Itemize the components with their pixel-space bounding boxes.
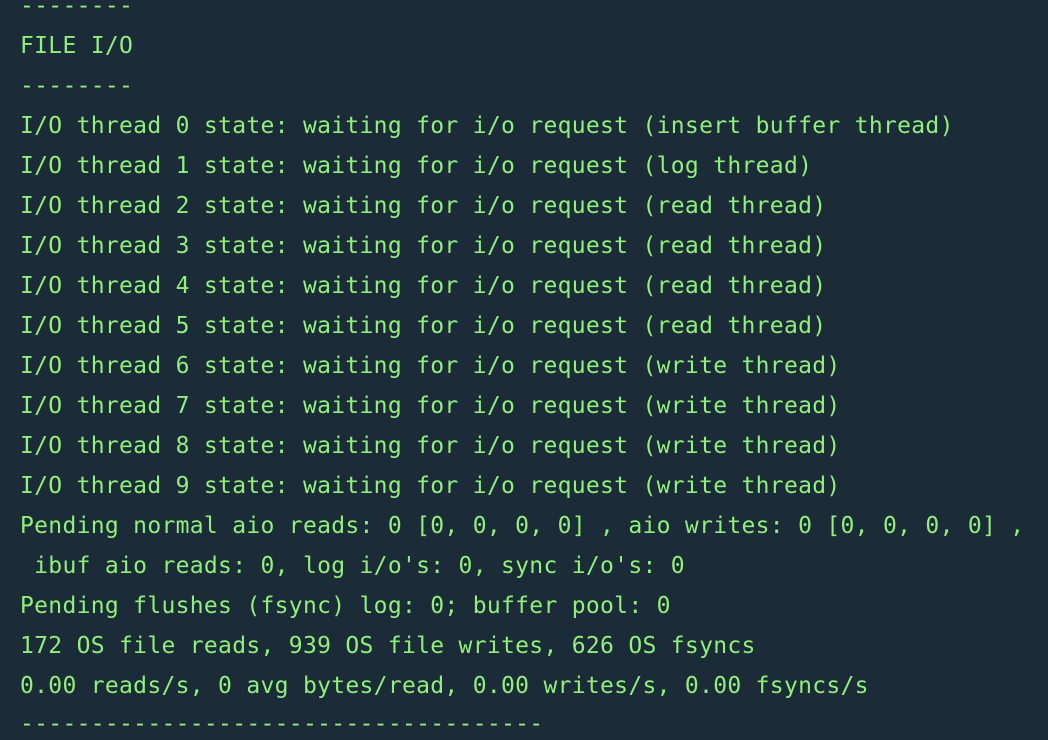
terminal-line: I/O thread 4 state: waiting for i/o requ… [20,273,827,299]
terminal-line: I/O thread 8 state: waiting for i/o requ… [20,433,841,459]
terminal-line: I/O thread 5 state: waiting for i/o requ… [20,313,827,339]
terminal-line: -------- [20,73,134,99]
terminal-output: -------- FILE I/O -------- I/O thread 0 … [0,0,1048,740]
terminal-line: ibuf aio reads: 0, log i/o's: 0, sync i/… [20,553,685,579]
terminal-line: I/O thread 9 state: waiting for i/o requ… [20,473,841,499]
terminal-line: I/O thread 2 state: waiting for i/o requ… [20,193,827,219]
terminal-line: I/O thread 7 state: waiting for i/o requ… [20,393,841,419]
terminal-line: ------------------------------------- [20,711,544,737]
terminal-line: FILE I/O [20,33,134,59]
terminal-line: 172 OS file reads, 939 OS file writes, 6… [20,633,756,659]
terminal-line: I/O thread 1 state: waiting for i/o requ… [20,153,813,179]
terminal-line: 0.00 reads/s, 0 avg bytes/read, 0.00 wri… [20,673,869,699]
terminal-line: I/O thread 6 state: waiting for i/o requ… [20,353,841,379]
terminal-line: Pending normal aio reads: 0 [0, 0, 0, 0]… [20,513,1025,539]
terminal-line: I/O thread 3 state: waiting for i/o requ… [20,233,827,259]
terminal-line: -------- [20,0,134,19]
terminal-line: Pending flushes (fsync) log: 0; buffer p… [20,593,671,619]
terminal-line: I/O thread 0 state: waiting for i/o requ… [20,113,954,139]
